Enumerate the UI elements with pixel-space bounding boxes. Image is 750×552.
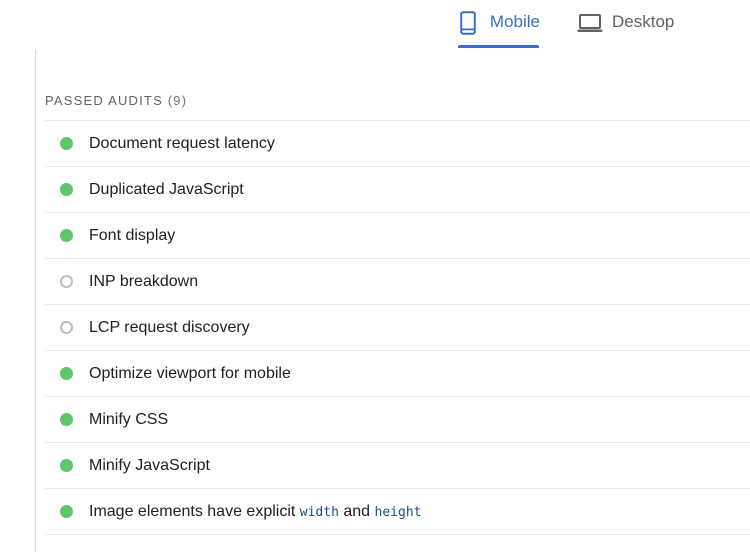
code-width: width [299, 505, 339, 520]
audit-title-middle: and [338, 503, 375, 520]
pass-status-icon [60, 229, 73, 242]
pass-status-icon [60, 413, 73, 426]
audit-title: Duplicated JavaScript [89, 181, 244, 198]
tab-mobile[interactable]: Mobile [458, 0, 540, 50]
audit-item[interactable]: Duplicated JavaScript [45, 167, 750, 213]
audit-title: Image elements have explicit width and h… [89, 502, 421, 523]
passed-audits-count: (9) [167, 93, 188, 108]
audit-item[interactable]: Image elements have explicit width and h… [45, 489, 750, 535]
audit-title-prefix: Image elements have explicit [89, 503, 300, 520]
code-height: height [374, 505, 422, 520]
tab-mobile-label: Mobile [489, 12, 540, 31]
tab-desktop[interactable]: Desktop [577, 0, 687, 50]
audit-item[interactable]: Font display [45, 213, 750, 259]
laptop-icon [577, 11, 603, 35]
left-divider [35, 50, 36, 552]
audit-item[interactable]: Minify JavaScript [45, 443, 750, 489]
audit-title: INP breakdown [89, 273, 199, 290]
informative-status-icon [60, 321, 73, 334]
tab-desktop-label: Desktop [612, 12, 675, 31]
audit-item[interactable]: Document request latency [45, 121, 750, 167]
device-tabs: Mobile Desktop [0, 0, 750, 50]
audit-item[interactable]: Minify CSS [45, 397, 750, 443]
audit-title: Document request latency [89, 135, 275, 152]
audit-title: LCP request discovery [89, 319, 250, 336]
audit-title: Optimize viewport for mobile [89, 365, 291, 382]
audit-title: Minify CSS [89, 411, 169, 428]
pass-status-icon [60, 183, 73, 196]
audit-list: Document request latency Duplicated Java… [45, 120, 750, 535]
passed-audits-title: PASSED AUDITS [45, 93, 163, 108]
informative-status-icon [60, 275, 73, 288]
pagespeed-report: Mobile Desktop PASSED AUDITS (9) Documen… [0, 0, 750, 552]
audit-title: Font display [89, 227, 176, 244]
passed-audits-header[interactable]: PASSED AUDITS (9) [45, 93, 187, 108]
pass-status-icon [60, 459, 73, 472]
audit-item[interactable]: INP breakdown [45, 259, 750, 305]
audit-title: Minify JavaScript [89, 457, 210, 474]
pass-status-icon [60, 367, 73, 380]
pass-status-icon [60, 505, 73, 518]
audit-item[interactable]: LCP request discovery [45, 305, 750, 351]
selected-tab-indicator [458, 45, 539, 48]
smartphone-icon [458, 10, 478, 36]
audit-item[interactable]: Optimize viewport for mobile [45, 351, 750, 397]
pass-status-icon [60, 137, 73, 150]
